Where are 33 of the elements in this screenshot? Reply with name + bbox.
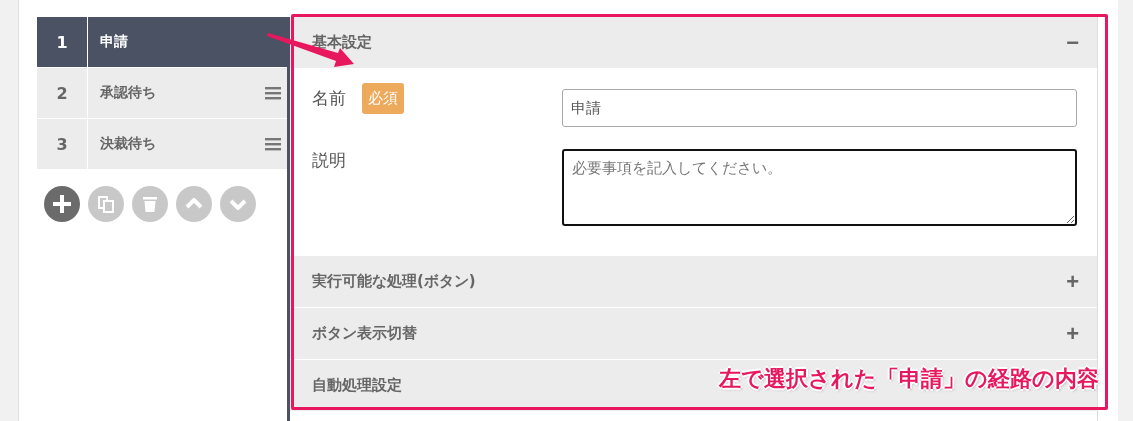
route-item[interactable]: 2 承認待ち xyxy=(37,68,287,119)
route-name: 決裁待ち xyxy=(99,135,157,153)
section-header[interactable]: 基本設定 − xyxy=(290,17,1097,69)
route-item[interactable]: 1 申請 xyxy=(37,17,287,68)
description-field[interactable]: 必要事項を記入してください。 xyxy=(562,149,1077,226)
chevron-down-icon xyxy=(229,198,247,210)
toggle-button[interactable]: + xyxy=(1066,320,1079,347)
section-header[interactable]: ボタン表示切替 + xyxy=(290,308,1097,360)
section-title: 自動処理設定 xyxy=(312,376,402,395)
field-label: 説明 xyxy=(312,149,346,172)
copy-icon xyxy=(98,195,114,213)
field-label: 名前 xyxy=(312,87,346,110)
callout-text: 左で選択された「申請」の経路の内容 xyxy=(719,365,1099,393)
drag-handle-icon[interactable] xyxy=(265,137,281,151)
route-item[interactable]: 3 決裁待ち xyxy=(37,119,287,170)
route-number: 2 xyxy=(37,68,88,118)
required-badge: 必須 xyxy=(362,83,404,114)
route-number: 3 xyxy=(37,119,88,169)
trash-icon xyxy=(143,196,157,212)
chevron-up-icon xyxy=(185,198,203,210)
section-title: ボタン表示切替 xyxy=(312,324,417,343)
route-number: 1 xyxy=(37,17,88,67)
route-name: 承認待ち xyxy=(99,84,157,102)
plus-icon xyxy=(53,195,71,213)
name-field[interactable]: 申請 xyxy=(562,89,1077,127)
toggle-button[interactable]: − xyxy=(1066,29,1079,56)
section-title: 実行可能な処理(ボタン) xyxy=(312,272,476,291)
section-title: 基本設定 xyxy=(312,33,372,52)
section-header[interactable]: 実行可能な処理(ボタン) + xyxy=(290,256,1097,308)
route-name: 申請 xyxy=(99,33,129,51)
add-button[interactable] xyxy=(44,186,80,222)
toggle-button[interactable]: + xyxy=(1066,268,1079,295)
drag-handle-icon[interactable] xyxy=(265,86,281,100)
